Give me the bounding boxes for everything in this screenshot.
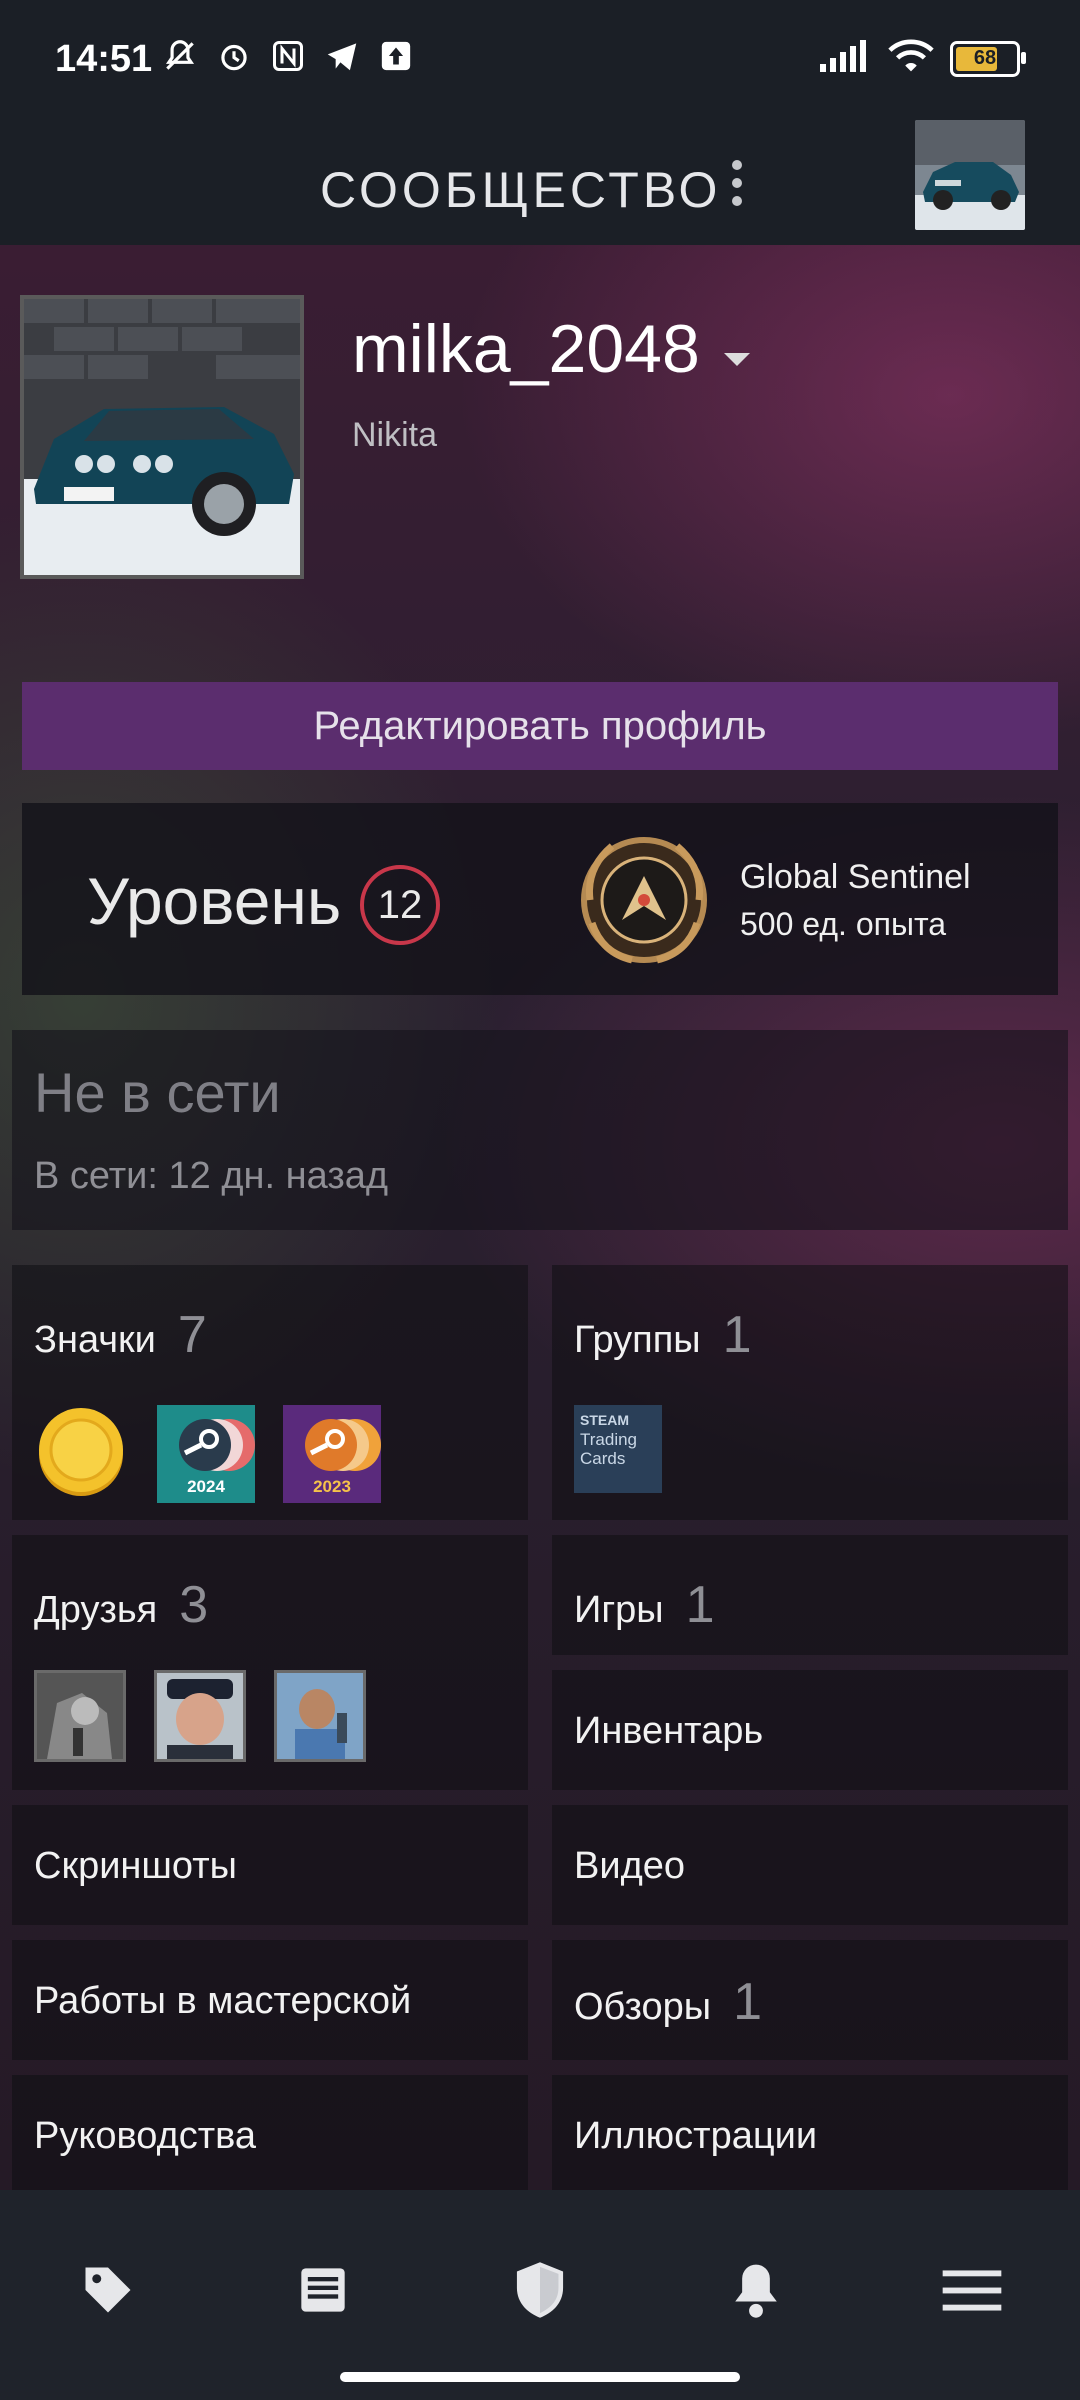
friend-avatar[interactable] — [274, 1670, 366, 1762]
guides-label: Руководства — [34, 2115, 257, 2157]
notification-icons — [160, 36, 416, 76]
global-sentinel-badge-icon — [572, 828, 717, 973]
artwork-tile[interactable]: Иллюстрации — [552, 2075, 1068, 2190]
reviews-label: Обзоры 1 — [574, 1973, 762, 2031]
menu-icon[interactable] — [932, 2250, 1012, 2330]
last-online: В сети: 12 дн. назад — [34, 1155, 389, 1197]
online-status-panel: Не в сети В сети: 12 дн. назад — [12, 1030, 1068, 1230]
level-panel[interactable]: Уровень 12 Global Sentinel 500 ед. опыта — [22, 803, 1058, 995]
video-tile[interactable]: Видео — [552, 1805, 1068, 1925]
inventory-label: Инвентарь — [574, 1710, 764, 1752]
group-icon-line: Trading — [580, 1430, 638, 1449]
more-options-icon[interactable] — [722, 148, 752, 218]
tag-icon[interactable] — [68, 2250, 148, 2330]
badge-year-2024: 2024 — [187, 1477, 225, 1496]
shield-icon[interactable] — [500, 2250, 580, 2330]
video-label: Видео — [574, 1845, 686, 1887]
status-bar: 14:51 68 — [0, 0, 1080, 120]
workshop-label: Работы в мастерской — [34, 1980, 412, 2022]
wifi-icon — [888, 38, 934, 79]
friends-tile[interactable]: Друзья 3 — [12, 1535, 528, 1790]
level-label: Уровень — [87, 864, 342, 938]
badge-xp: 500 ед. опыта — [740, 906, 947, 942]
guides-tile[interactable]: Руководства — [12, 2075, 528, 2190]
home-indicator[interactable] — [340, 2372, 740, 2382]
alarm-icon — [214, 36, 254, 76]
online-status: Не в сети — [34, 1061, 281, 1124]
screenshots-label: Скриншоты — [34, 1845, 237, 1887]
reviews-tile[interactable]: Обзоры 1 — [552, 1940, 1068, 2060]
battery-level: 68 — [973, 47, 997, 69]
group-icon-line: Cards — [580, 1449, 626, 1468]
group-icon-line: STEAM — [580, 1412, 629, 1428]
friend-avatar[interactable] — [34, 1670, 126, 1762]
news-icon[interactable] — [283, 2250, 363, 2330]
page-title: СООБЩЕСТВО — [320, 162, 722, 218]
gold-coin-badge-icon[interactable] — [34, 1405, 129, 1500]
badges-label: Значки 7 — [34, 1306, 207, 1364]
badges-tile[interactable]: Значки 7 2024 2023 — [12, 1265, 528, 1520]
badge-year-2023: 2023 — [313, 1477, 351, 1496]
username-text: milka_2048 — [352, 311, 700, 387]
telegram-icon — [322, 36, 362, 76]
real-name: Nikita — [352, 416, 438, 454]
friend-avatar[interactable] — [154, 1670, 246, 1762]
chevron-down-icon[interactable] — [723, 352, 750, 366]
games-tile[interactable]: Игры 1 — [552, 1535, 1068, 1655]
signal-icon — [820, 40, 872, 77]
steam-2024-badge-icon[interactable]: 2024 — [157, 1405, 255, 1503]
level-badge: 12 — [360, 865, 440, 945]
profile-avatar[interactable] — [20, 295, 304, 579]
status-time: 14:51 — [55, 38, 153, 80]
battery-icon: 68 — [950, 40, 1026, 77]
badge-name: Global Sentinel — [740, 858, 971, 896]
user-avatar[interactable] — [915, 120, 1025, 230]
groups-tile[interactable]: Группы 1 STEAM Trading Cards — [552, 1265, 1068, 1520]
mute-icon — [160, 36, 200, 76]
workshop-tile[interactable]: Работы в мастерской — [12, 1940, 528, 2060]
bell-icon[interactable] — [716, 2250, 796, 2330]
steam-2023-badge-icon[interactable]: 2023 — [283, 1405, 381, 1503]
friends-label: Друзья 3 — [34, 1576, 209, 1634]
screenshots-tile[interactable]: Скриншоты — [12, 1805, 528, 1925]
groups-label: Группы 1 — [574, 1306, 752, 1364]
games-label: Игры 1 — [574, 1576, 715, 1634]
username[interactable]: milka_2048 — [352, 310, 750, 388]
badge-thumbnails: 2024 2023 — [34, 1405, 381, 1503]
artwork-label: Иллюстрации — [574, 2115, 818, 2157]
bottom-navigation — [0, 2190, 1080, 2400]
app-header: СООБЩЕСТВО — [0, 120, 1080, 245]
inventory-tile[interactable]: Инвентарь — [552, 1670, 1068, 1790]
system-icons: 68 — [820, 38, 1026, 79]
steam-trading-cards-group-icon[interactable]: STEAM Trading Cards — [574, 1405, 662, 1493]
upload-icon — [376, 36, 416, 76]
friend-avatars — [34, 1670, 366, 1762]
edit-profile-button[interactable]: Редактировать профиль — [22, 682, 1058, 770]
nfc-icon — [268, 36, 308, 76]
